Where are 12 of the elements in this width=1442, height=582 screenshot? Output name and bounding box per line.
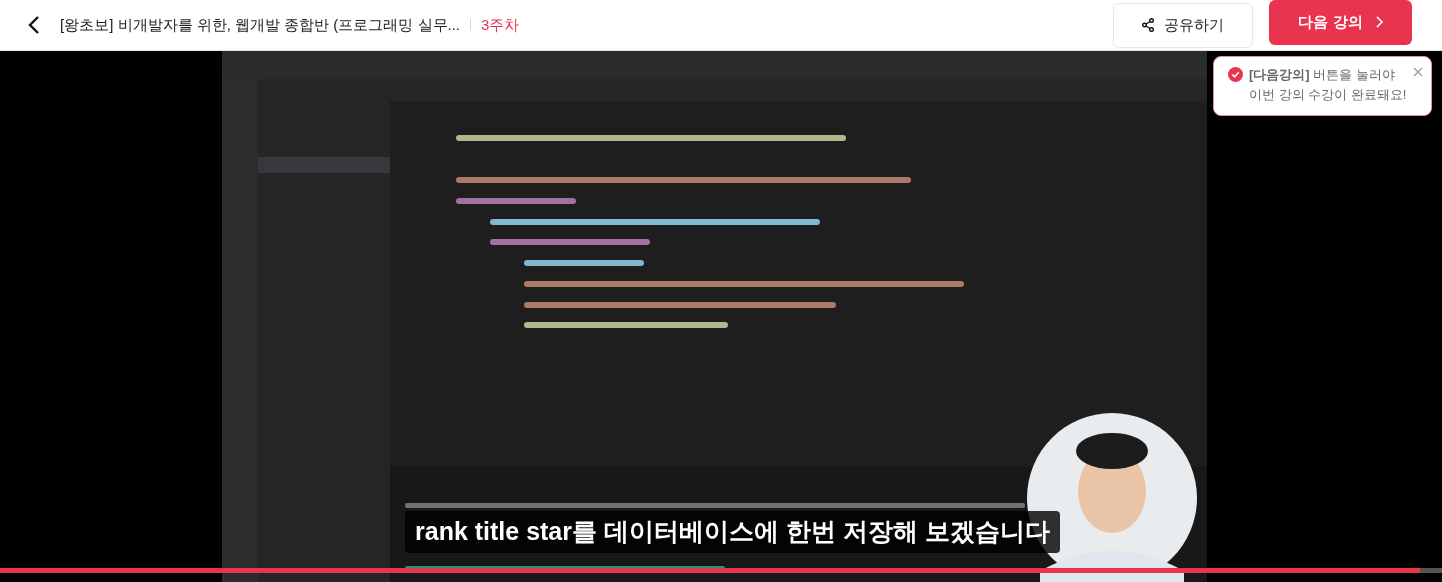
close-icon <box>1413 67 1423 77</box>
share-button[interactable]: 공유하기 <box>1113 2 1253 48</box>
course-title: [왕초보] 비개발자를 위한, 웹개발 종합반 (프로그래밍 실무... <box>60 14 460 35</box>
back-icon <box>27 15 41 35</box>
close-button[interactable] <box>1413 67 1423 77</box>
subtitle: rank title star를 데이터베이스에 한번 저장해 보겠습니다 <box>405 511 1060 553</box>
week-label: 3주차 <box>481 14 520 35</box>
tooltip-message: [다음강의] 버튼을 눌러야 이번 강의 수강이 완료돼요! <box>1249 66 1407 104</box>
next-lecture-button[interactable]: 다음 강의 <box>1269 0 1412 45</box>
check-circle-icon <box>1228 67 1243 82</box>
chevron-right-icon <box>1374 16 1383 28</box>
share-icon <box>1142 18 1154 32</box>
